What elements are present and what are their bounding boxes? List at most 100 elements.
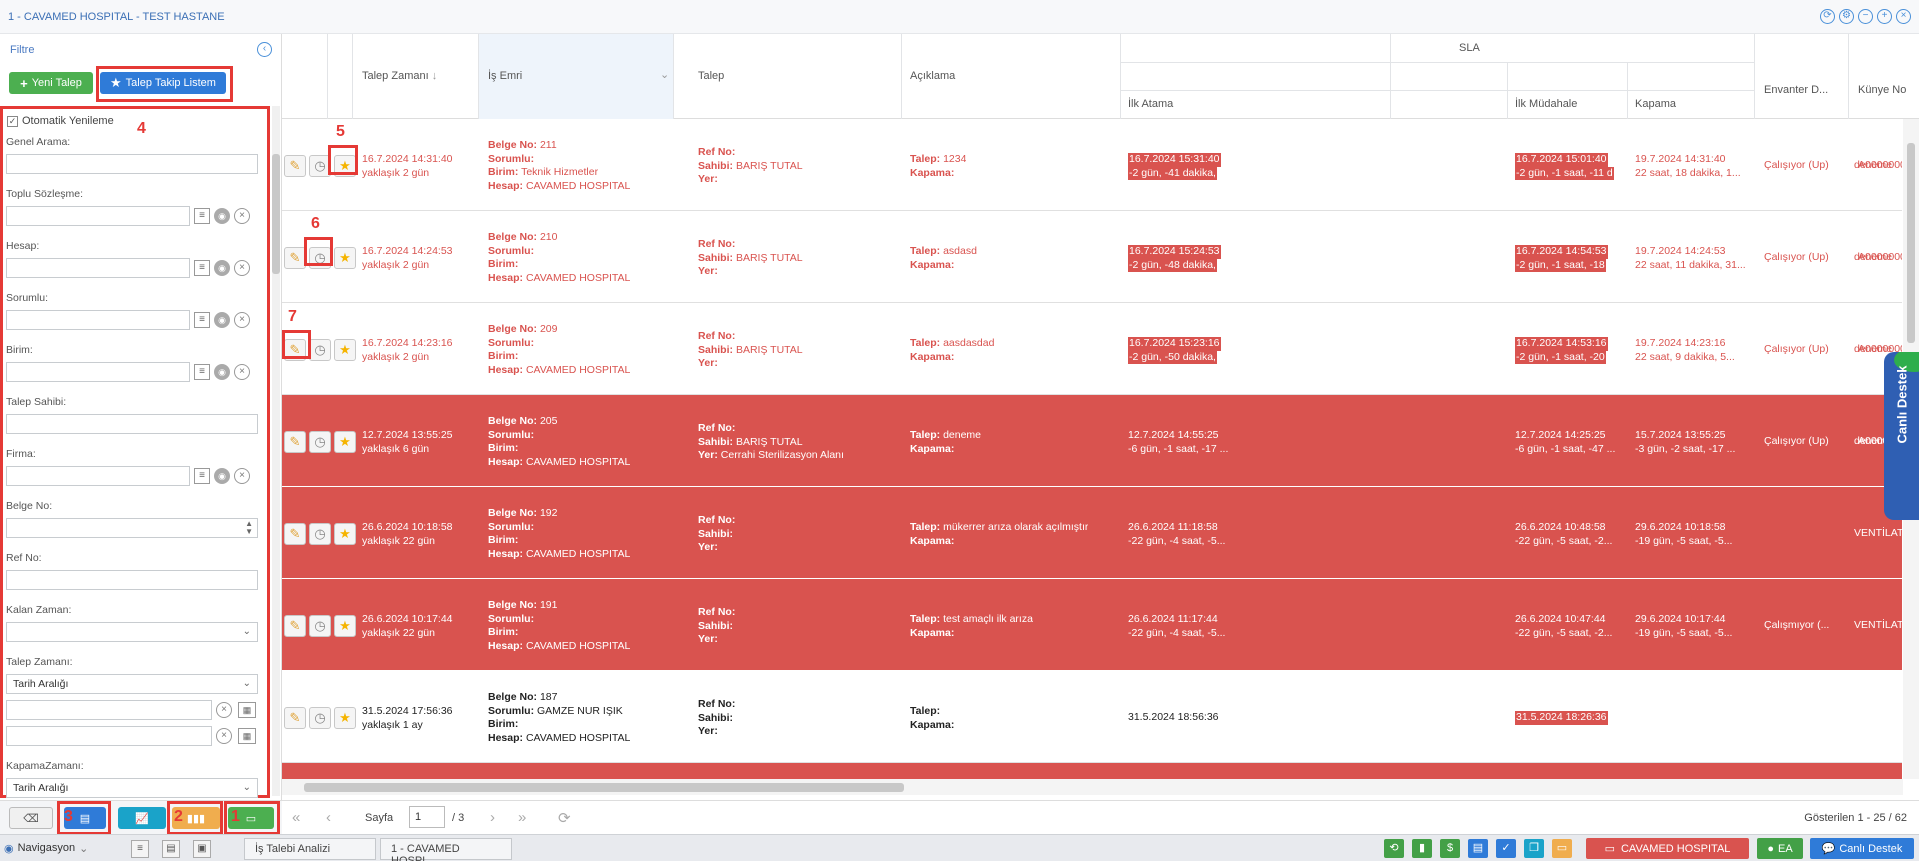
edit-icon[interactable]: ✎	[284, 155, 306, 177]
sidebar-scrollbar[interactable]	[272, 106, 280, 796]
scroll-thumb[interactable]	[304, 783, 904, 792]
scroll-thumb[interactable]	[1907, 143, 1915, 343]
clock-icon[interactable]: ◷	[309, 339, 331, 361]
list-icon[interactable]: ≡	[194, 260, 210, 276]
general-search-input[interactable]	[6, 154, 258, 174]
collapse-icon[interactable]: ‹	[257, 42, 272, 57]
spinner-icon[interactable]: ▲ ▼	[245, 520, 253, 536]
copy-icon[interactable]: ❐	[1524, 839, 1544, 858]
list-icon[interactable]: ≡	[194, 208, 210, 224]
star-icon[interactable]: ★	[334, 339, 356, 361]
tab-cavamed-hospital[interactable]: 1 - CAVAMED HOSPI...	[380, 838, 512, 861]
split-view-icon[interactable]: ▤	[162, 840, 180, 858]
table-row[interactable]: ✎ ◷ ★ 16.7.2024 14:23:16 yaklaşık 2 gün B…	[282, 303, 1902, 395]
table-row[interactable]: ✎ ◷ ★ 16.7.2024 14:31:40 yaklaşık 2 gün B…	[282, 119, 1902, 211]
window-view-icon[interactable]: ▣	[193, 840, 211, 858]
calendar-icon[interactable]: ▦	[238, 728, 256, 744]
list-view-icon[interactable]: ≡	[131, 840, 149, 858]
table-row[interactable]: ✎ ◷ ★ 26.6.2024 10:17:44 yaklaşık 22 gün …	[282, 579, 1902, 671]
edit-icon[interactable]: ✎	[284, 707, 306, 729]
gear-icon[interactable]: ⚙	[1839, 9, 1854, 24]
clear-icon[interactable]: ×	[234, 364, 250, 380]
hospital-button[interactable]: ▭ CAVAMED HOSPITAL	[1586, 838, 1749, 859]
remaining-time-select[interactable]: ⌄	[6, 622, 258, 642]
trend-chart-button[interactable]: 📈	[118, 807, 166, 829]
prev-page-icon[interactable]: ‹	[326, 809, 331, 826]
list-icon[interactable]: ≡	[194, 364, 210, 380]
request-time-select[interactable]: Tarih Aralığı ⌄	[6, 674, 258, 694]
eye-icon[interactable]: ◉	[214, 312, 230, 328]
navigation-menu[interactable]: ◉ Navigasyon ⌄	[4, 838, 88, 858]
clock-icon[interactable]: ◷	[309, 707, 331, 729]
calendar-icon[interactable]: ▦	[238, 702, 256, 718]
requester-input[interactable]	[6, 414, 258, 434]
money-icon[interactable]: $	[1440, 839, 1460, 858]
refresh-icon[interactable]: ⟳	[1820, 9, 1835, 24]
next-page-icon[interactable]: ›	[490, 809, 495, 826]
list-icon[interactable]: ≡	[194, 312, 210, 328]
table-row[interactable]	[282, 763, 1902, 779]
bar-chart-icon[interactable]: ▮	[1412, 839, 1432, 858]
col-first-assign[interactable]: İlk Atama	[1128, 98, 1173, 110]
clear-icon[interactable]: ×	[234, 208, 250, 224]
clock-icon[interactable]: ◷	[309, 615, 331, 637]
tab-work-request-analysis[interactable]: İş Talebi Analizi	[244, 838, 376, 860]
edit-icon[interactable]: ✎	[284, 523, 306, 545]
horizontal-scrollbar[interactable]	[282, 779, 1903, 795]
table-icon[interactable]: ▤	[1468, 839, 1488, 858]
col-description[interactable]: Açıklama	[910, 70, 955, 82]
responsible-input[interactable]	[6, 310, 190, 330]
table-row[interactable]: ✎ ◷ ★ 16.7.2024 14:24:53 yaklaşık 2 gün B…	[282, 211, 1902, 303]
list-icon[interactable]: ≡	[194, 468, 210, 484]
star-icon[interactable]: ★	[334, 707, 356, 729]
monitor-icon[interactable]: ▭	[1552, 839, 1572, 858]
clock-icon[interactable]: ◷	[309, 431, 331, 453]
close-icon[interactable]: ×	[1896, 9, 1911, 24]
new-request-button[interactable]: + Yeni Talep	[9, 72, 93, 94]
unit-input[interactable]	[6, 362, 190, 382]
col-tag-no[interactable]: Künye No	[1858, 84, 1906, 96]
col-request[interactable]: Talep	[698, 70, 724, 82]
last-page-icon[interactable]: »	[518, 809, 526, 826]
maximize-icon[interactable]: +	[1877, 9, 1892, 24]
contract-input[interactable]	[6, 206, 190, 226]
scroll-thumb[interactable]	[272, 154, 280, 274]
star-icon[interactable]: ★	[334, 523, 356, 545]
minimize-icon[interactable]: −	[1858, 9, 1873, 24]
star-icon[interactable]: ★	[334, 247, 356, 269]
clock-icon[interactable]: ◷	[309, 523, 331, 545]
floating-live-support[interactable]: Canlı Destek	[1884, 352, 1919, 520]
company-input[interactable]	[6, 466, 190, 486]
page-number-input[interactable]: 1	[409, 806, 445, 828]
edit-icon[interactable]: ✎	[284, 431, 306, 453]
date-start-input[interactable]	[6, 700, 212, 720]
col-work-order[interactable]: İş Emri	[488, 70, 522, 82]
clear-icon[interactable]: ×	[216, 728, 232, 744]
date-end-input[interactable]	[6, 726, 212, 746]
col-first-intervention[interactable]: İlk Müdahale	[1515, 98, 1577, 110]
table-row[interactable]: ✎ ◷ ★ 12.7.2024 13:55:25 yaklaşık 6 gün B…	[282, 395, 1902, 487]
star-icon[interactable]: ★	[334, 431, 356, 453]
check-icon[interactable]: ✓	[1496, 839, 1516, 858]
live-support-button[interactable]: 💬 Canlı Destek	[1810, 838, 1914, 859]
star-icon[interactable]: ★	[334, 615, 356, 637]
eye-icon[interactable]: ◉	[214, 260, 230, 276]
col-request-time[interactable]: Talep Zamanı ↓	[362, 70, 437, 82]
clear-icon[interactable]: ×	[234, 312, 250, 328]
history-icon[interactable]: ⟲	[1384, 839, 1404, 858]
account-input[interactable]	[6, 258, 190, 278]
eye-icon[interactable]: ◉	[214, 468, 230, 484]
edit-icon[interactable]: ✎	[284, 247, 306, 269]
col-close[interactable]: Kapama	[1635, 98, 1676, 110]
refresh-icon[interactable]: ⟳	[558, 809, 571, 827]
col-inventory[interactable]: Envanter D...	[1764, 84, 1828, 96]
clear-icon[interactable]: ×	[216, 702, 232, 718]
first-page-icon[interactable]: «	[292, 809, 300, 826]
clear-icon[interactable]: ×	[234, 260, 250, 276]
table-row[interactable]: ✎ ◷ ★ 31.5.2024 17:56:36 yaklaşık 1 ay Be…	[282, 671, 1902, 763]
edit-icon[interactable]: ✎	[284, 615, 306, 637]
document-number-stepper[interactable]: ▲ ▼	[6, 518, 258, 538]
table-row[interactable]: ✎ ◷ ★ 26.6.2024 10:18:58 yaklaşık 22 gün …	[282, 487, 1902, 579]
clear-icon[interactable]: ×	[234, 468, 250, 484]
eraser-button[interactable]: ⌫	[9, 807, 53, 829]
